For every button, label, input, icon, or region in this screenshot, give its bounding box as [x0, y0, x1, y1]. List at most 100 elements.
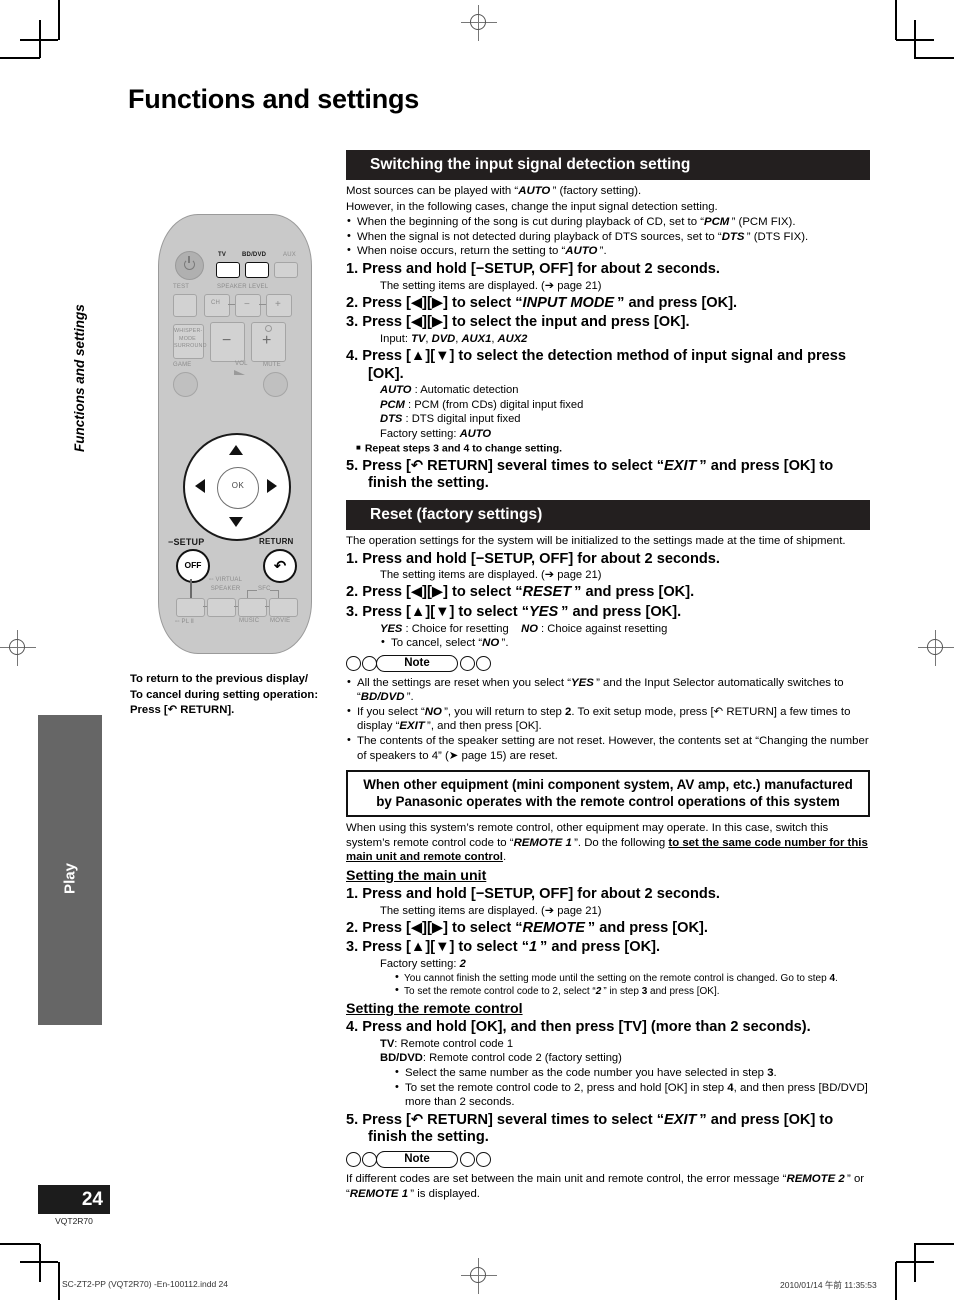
remote-button-sfc-movie	[269, 598, 298, 617]
sidebar-tab-play[interactable]: Play	[38, 715, 102, 1025]
crop-mark-br-h	[914, 1243, 954, 1245]
note-label: Note	[376, 654, 458, 672]
remote-button-mute	[263, 372, 288, 397]
sfc-bracket-top-r	[270, 590, 279, 591]
section2-step-1-sub: The setting items are displayed. (➔ page…	[380, 569, 602, 582]
dpad-left-icon	[195, 479, 205, 493]
registration-mark-left	[0, 630, 36, 666]
remote-control-illustration: TV BD/DVD AUX TEST SPEAKER LEVEL CH − + …	[158, 214, 312, 654]
content-column: Switching the input signal detection set…	[346, 150, 870, 1202]
section-heading-input-signal: Switching the input signal detection set…	[346, 150, 870, 180]
crop-mark-tr-h	[914, 57, 954, 59]
remote-button-pl2	[176, 598, 205, 617]
remote-label-test: TEST	[173, 284, 190, 290]
page-number-badge: 24	[38, 1185, 110, 1214]
remote-dpad: OK	[183, 433, 291, 541]
section2-step-3-sub: YES : Choice for resetting NO : Choice a…	[380, 622, 668, 635]
section1-step-4-sub-4: Factory setting: AUTO	[380, 427, 492, 440]
remote-button-tv	[216, 262, 240, 278]
list-item: You cannot finish the setting mode until…	[394, 971, 870, 985]
list-item: To set the remote control code to 2, pre…	[394, 1080, 870, 1110]
section3-step-1: 1. Press and hold [−SETUP, OFF] for abou…	[346, 886, 720, 903]
remote-label-ch: CH	[211, 300, 221, 306]
remote-label-movie: MOVIE	[270, 618, 291, 624]
section2-step-1: 1. Press and hold [−SETUP, OFF] for abou…	[346, 550, 720, 567]
remote-label-ok: OK	[231, 481, 245, 490]
registration-mark-top	[461, 5, 497, 41]
remote-button-bddvd	[245, 262, 269, 278]
section2-intro: The operation settings for the system wi…	[346, 535, 846, 548]
remote-button-return: ↶	[263, 549, 297, 583]
remote-label-whisper-mode-surround: WHISPER- MODE SURROUND	[174, 328, 207, 349]
remote-button-sfc-music	[238, 598, 267, 617]
subheading-setting-main-unit: Setting the main unit	[346, 868, 487, 885]
list-item: When noise occurs, return the setting to…	[346, 243, 870, 259]
section3-step-3-sub: Factory setting: 2	[380, 958, 466, 971]
note-circle	[476, 655, 491, 671]
dpad-up-icon	[229, 445, 243, 455]
list-item: When the signal is not detected during p…	[346, 229, 870, 245]
remote-button-setup-off: OFF	[176, 549, 210, 583]
remote-label-virtual-speaker: ▫▫ VIRTUAL SPEAKER	[209, 577, 243, 592]
section2-step-2: 2. Press [◀][▶] to select “RESET ” and p…	[346, 584, 695, 601]
section3-step-3-bullets: You cannot finish the setting mode until…	[394, 971, 870, 999]
section2-step-3-bullets: To cancel, select “NO ”.	[380, 635, 870, 651]
return-arrow-icon: ↶	[273, 558, 287, 575]
remote-label-vol-minus: −	[222, 332, 232, 349]
section1-step-3: 3. Press [◀][▶] to select the input and …	[346, 314, 690, 331]
remote-label-tv: TV	[218, 252, 227, 258]
button-link-3	[265, 606, 269, 607]
crop-mark-tl-h	[0, 57, 40, 59]
list-item: If you select “NO ”, you will return to …	[346, 704, 870, 734]
remote-label-off: OFF	[184, 560, 202, 570]
list-item: To set the remote control code to 2, sel…	[394, 984, 870, 998]
section-heading-other-equipment: When other equipment (mini component sys…	[346, 770, 870, 818]
crop-mark-bl-h2	[20, 1261, 58, 1263]
speaker-level-bracket-1	[228, 304, 235, 305]
section1-intro-2: However, in the following cases, change …	[346, 200, 718, 213]
list-item: Select the same number as the code numbe…	[394, 1065, 870, 1081]
section1-intro-1: Most sources can be played with “AUTO ” …	[346, 185, 642, 197]
section1-step-2: 2. Press [◀][▶] to select “INPUT MODE ” …	[346, 294, 738, 311]
section1-step-5: 5. Press [↶ RETURN] several times to sel…	[346, 457, 834, 492]
section3-step-4: 4. Press and hold [OK], and then press […	[346, 1019, 811, 1036]
remote-label-aux: AUX	[283, 252, 296, 258]
remote-vol-triangle-icon	[234, 370, 245, 375]
section1-step-4-sub-3: DTS : DTS digital input fixed	[380, 413, 521, 426]
section1-bullet-list: When the beginning of the song is cut du…	[346, 214, 870, 259]
footer-timestamp: 2010/01/14 午前 11:35:53	[780, 1280, 877, 1290]
registration-mark-right	[918, 630, 954, 666]
page-title: Functions and settings	[128, 84, 420, 114]
remote-vol-led-icon	[265, 325, 272, 332]
remote-button-ok: OK	[217, 467, 259, 509]
boxed-heading-line-1: When other equipment (mini component sys…	[363, 777, 853, 793]
remote-label-mute: MUTE	[263, 362, 281, 368]
crop-mark-bl-v	[58, 1262, 60, 1300]
crop-mark-bl-h	[0, 1243, 40, 1245]
remote-label-return: RETURN	[259, 537, 294, 546]
section3-note: If different codes are set between the m…	[346, 1172, 865, 1200]
sfc-bracket-right	[278, 590, 279, 598]
section1-step-1-sub: The setting items are displayed. (➔ page…	[380, 279, 602, 292]
section3-step-1-sub: The setting items are displayed. (➔ page…	[380, 904, 602, 917]
list-item: When the beginning of the song is cut du…	[346, 214, 870, 230]
section1-repeat-note: Repeat steps 3 and 4 to change setting.	[356, 441, 870, 456]
section3-step-3: 3. Press [▲][▼] to select “1 ” and press…	[346, 939, 661, 956]
list-item: The contents of the speaker setting are …	[346, 733, 870, 763]
crop-mark-tl-v	[58, 0, 60, 40]
power-button-icon	[175, 251, 204, 280]
remote-label-sfc: SFC	[258, 586, 271, 592]
crop-mark-tl-h2	[20, 39, 58, 41]
remote-caption: To return to the previous display/ To ca…	[130, 672, 355, 719]
note-circle	[346, 1151, 361, 1167]
remote-label-speaker-level: SPEAKER LEVEL	[217, 284, 269, 290]
dpad-down-icon	[229, 517, 243, 527]
section3-step-4-sub-2: BD/DVD: Remote control code 2 (factory s…	[380, 1052, 622, 1065]
remote-setup-connector	[190, 579, 192, 599]
section1-step-4-sub-1: AUTO : Automatic detection	[380, 384, 519, 397]
remote-label-setup: −SETUP	[168, 537, 205, 547]
boxed-heading-line-2: by Panasonic operates with the remote co…	[376, 793, 840, 809]
section3-step-5: 5. Press [↶ RETURN] several times to sel…	[346, 1111, 834, 1146]
crop-mark-br-h2	[896, 1261, 934, 1263]
button-link-1	[203, 606, 207, 607]
